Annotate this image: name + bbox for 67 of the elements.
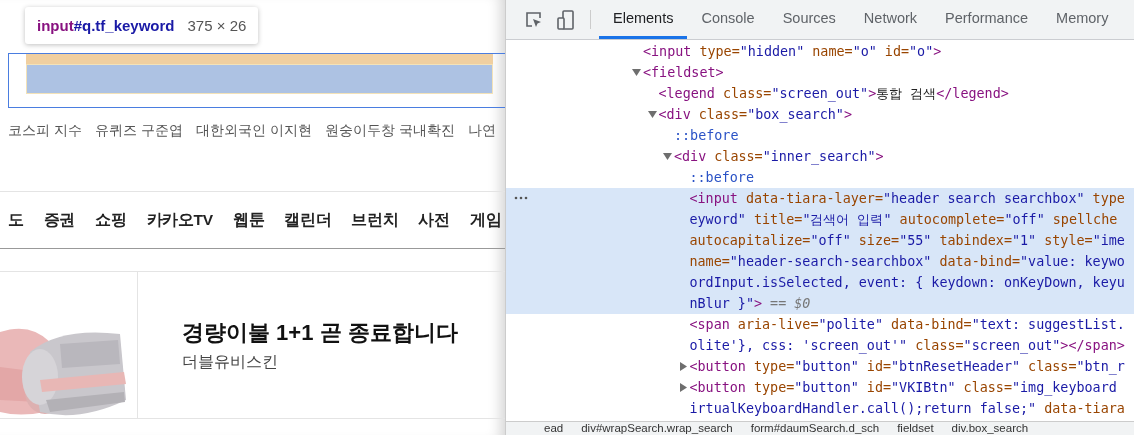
trending-keyword[interactable]: 원숭이두창 국내확진 [324,122,455,154]
ad-brand: 더블유비스킨 [182,351,279,372]
code-line: <span aria-live="polite" data-bind="text: suggestList. [689,316,1125,334]
nav-link[interactable]: 캘린더 [284,209,332,231]
dom-node[interactable] [506,188,1134,314]
breadcrumb[interactable]: form#daumSearch.d_sch [750,422,880,435]
expand-triangle-icon[interactable] [678,362,688,371]
devtools-tab[interactable]: Network [849,0,932,39]
code-line: <fieldset> [643,64,724,82]
code-line: <button type="button" id="btnResetHeader" class="btn_r [689,358,1125,377]
expand-triangle-icon[interactable] [678,383,688,392]
nav-link[interactable]: 카카오TV [146,209,213,231]
devtools-tab[interactable]: Elements [599,0,688,39]
ad-card[interactable]: 경량이불 1+1 곧 종료합니다 더블유비스킨 [0,271,505,419]
dom-node[interactable]: <div class="box_search"> [506,104,1134,125]
element-selector: input#q.tf_keyword [37,17,175,34]
breadcrumb[interactable]: div#wrapSearch.wrap_search [581,422,733,435]
dom-node[interactable]: <fieldset> [506,62,1134,83]
code-line: <button type="button" id="VKIBtn" class="img_keyboard [689,379,1118,398]
trending-keyword[interactable]: 나연 [467,122,496,154]
element-size: 375 × 26 [187,17,247,34]
trending-keyword[interactable]: 대한외국인 이지현 [195,122,312,154]
nav-link[interactable]: 쇼핑 [95,209,127,231]
nav-link[interactable]: 사전 [418,209,450,231]
nav-link[interactable]: 브런치 [351,209,399,231]
code-line: <legend class="screen_out">통합 검색</legend> [658,85,1009,104]
code-line: eyword" title="검색어 입력" autocomplete="off" spellche [689,211,1119,229]
devtools-tab[interactable]: Sources [768,0,850,39]
code-line: ::before [674,127,739,145]
code-line: <div class="inner_search"> [674,148,884,167]
code-line: <input type="hidden" name="o" id="o"> [643,43,942,61]
dom-node[interactable]: <legend class="screen_out">통합 검색</legend> [506,83,1134,104]
code-line: ordInput.isSelected, event: { keydown: onKeyDown, keyu [689,274,1125,292]
trending-keyword[interactable]: 유퀴즈 구준엽 [94,122,183,154]
code-line: <input data-tiara-layer="header search searchbox" type [689,190,1125,208]
collapse-triangle-icon[interactable] [663,152,672,161]
dom-node[interactable]: <button type="button" id="btnResetHeader" class="btn_r [506,356,1134,377]
devtools-tab[interactable]: Console [687,0,769,39]
breadcrumb[interactable]: ead [544,422,564,435]
nav-link[interactable]: 증권 [43,209,76,231]
code-line: ::before [689,169,754,187]
device-icon[interactable] [557,9,575,30]
devtools-tab[interactable]: Performance [931,0,1043,39]
devtools-tab[interactable]: Memory [1042,0,1123,39]
code-line: autocapitalize="off" size="55" tabindex="1" style="ime [689,232,1125,250]
nav-link[interactable]: 웹툰 [232,209,265,231]
dom-node[interactable]: <span aria-live="polite" data-bind="text: suggestList. olite'}, css: 'screen_out'" class="screen_out"></span> [506,314,1134,356]
dom-node[interactable]: <input type="hidden" name="o" id="o"> [506,41,1134,62]
collapse-triangle-icon[interactable] [632,68,641,77]
ad-title: 경량이불 1+1 곧 종료합니다 [182,318,458,347]
code-line: olite'}, css: 'screen_out'" class="screen_out"></span> [689,337,1125,356]
dom-node[interactable]: <div class="inner_search"> [506,146,1134,167]
breadcrumb[interactable]: fieldset [897,422,934,435]
dom-node[interactable]: <button type="button" id="VKIBtn" class="img_keyboard irtualKeyboardHandler.call();return false;" data-tiara [506,377,1134,419]
inspect-icon[interactable] [525,10,543,29]
code-line: <div class="box_search"> [658,106,852,125]
more-icon[interactable] [514,196,528,200]
code-line: irtualKeyboardHandler.call();return false;" data-tiara [689,400,1125,418]
nav-link[interactable]: 도 [8,209,24,231]
collapse-triangle-icon[interactable] [647,110,657,119]
code-line: name="header-search-searchbox" data-bind="value: keywo [689,253,1125,271]
nav-link[interactable]: 게임 [469,209,502,231]
code-line: nBlur }"> == $0 [689,295,812,313]
trending-keyword[interactable]: 코스피 지수 [8,122,82,154]
breadcrumb[interactable]: div.box_search [951,422,1029,435]
dom-node[interactable]: ::before [506,167,1134,188]
dom-node[interactable]: ::before [506,125,1134,146]
